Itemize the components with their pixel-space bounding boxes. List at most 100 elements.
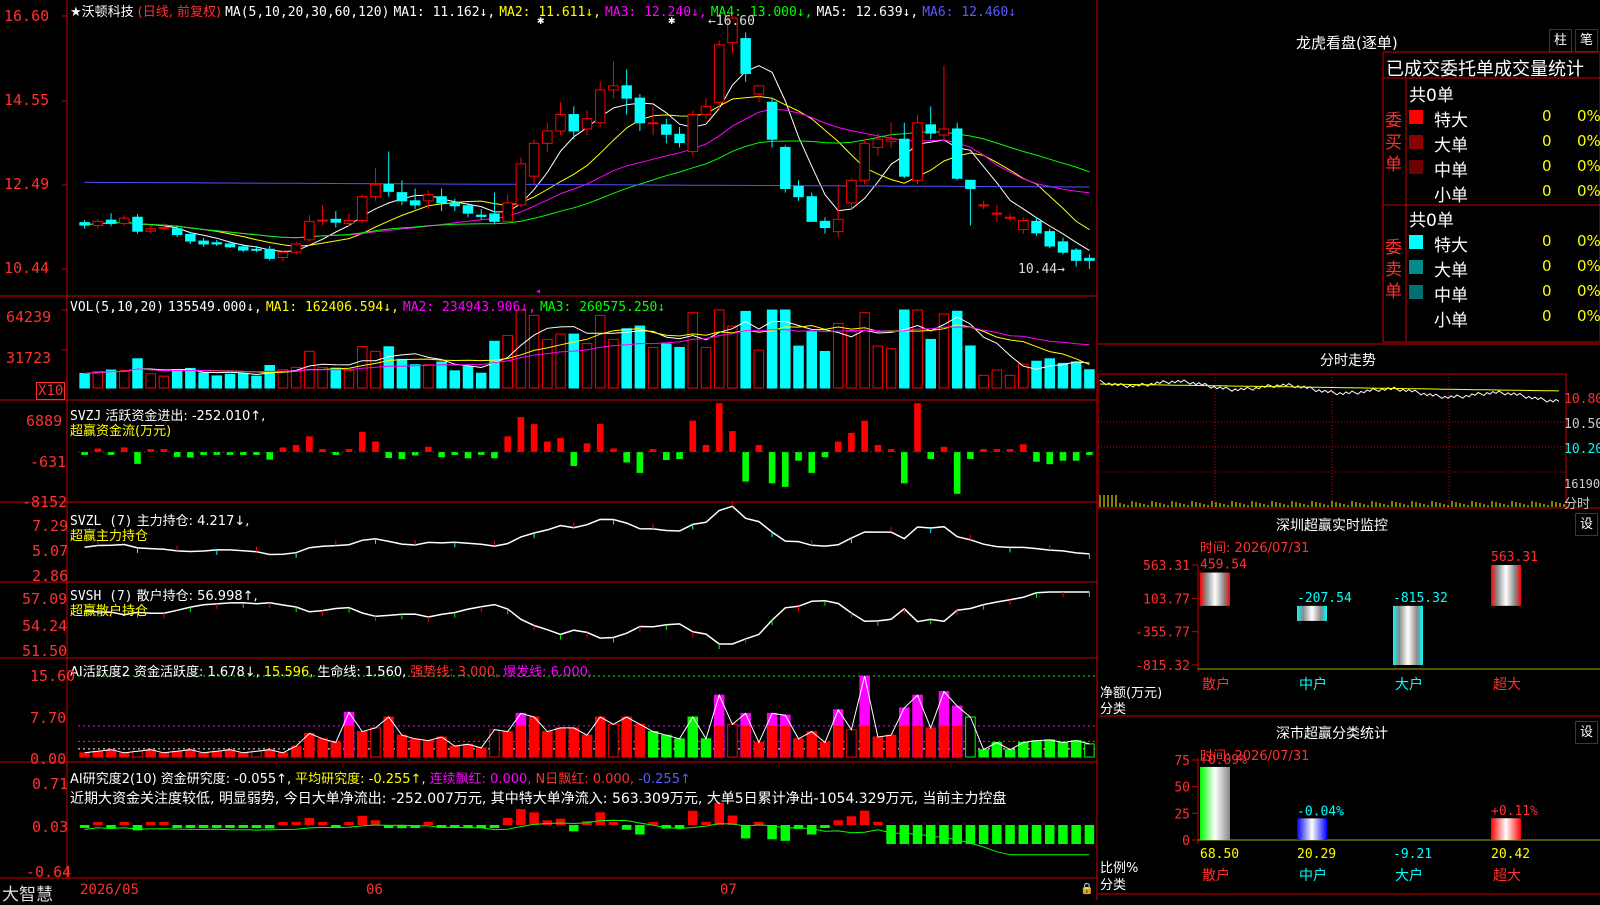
activity-bar [819,741,831,758]
cls-bar-1 [1297,818,1327,840]
volume-bar [859,312,870,389]
ai1-a: 资金活跃度: 1.678↓, [134,665,260,680]
low-price-label: 10.44→ [1018,262,1065,277]
dragon-tab-title[interactable]: 已成交委托单成交量统计 [1386,55,1584,81]
volume-bar [251,375,262,389]
activity-bar [621,716,632,758]
money-flow-bar [372,441,379,452]
money-flow-bar [623,452,630,463]
candle-up [356,196,368,222]
date-axis-m1: 06 [366,882,383,898]
candle-up [872,138,884,148]
sz-class-settings-button[interactable]: 设 [1575,721,1598,744]
buy-count: 0 [1542,132,1552,150]
volume-bar [1044,358,1055,389]
research-bar [238,825,249,828]
money-flow-bar [715,403,723,452]
sell-swatch [1409,260,1423,274]
volume-bar [356,346,368,389]
money-flow-bar [425,446,432,452]
tick-mode-button[interactable]: 笔 [1575,29,1598,52]
mon-category-3: 超大 [1493,677,1521,693]
money-flow-bar [1006,449,1014,452]
candle-up [885,138,897,142]
svzj-tick-3: -8152 [22,493,68,511]
research-bar [978,825,989,845]
cls-bar-0 [1200,766,1230,840]
volume-bar [198,372,209,389]
buy-side-label: 委买单 [1385,111,1402,175]
cls-category-1: 中户 [1299,867,1327,884]
cls-category-0: 散户 [1202,867,1230,884]
activity-bar-base [899,725,910,757]
money-flow-bar [306,436,313,452]
mon-category-0: 散户 [1202,676,1230,693]
volume-bar [819,350,831,389]
volume-bar [885,348,897,389]
chart-mode: (日线, 前复权) [137,5,222,20]
money-flow-bar [782,452,789,487]
svzj-tick-2: -631 [30,453,67,471]
candle-down [951,128,963,179]
research-bar [859,810,870,825]
date-axis-start: 2026/05 [80,882,140,898]
research-bar [251,825,262,828]
research-bar [674,825,685,829]
money-flow-bar [187,452,194,458]
candle-up [608,85,619,91]
volume-bar [119,370,130,389]
research-bar [291,821,301,825]
research-bar [1044,825,1055,845]
activity-bar [1031,740,1042,758]
money-flow-bar [967,452,974,459]
money-flow-bar [1072,452,1080,461]
volume-bar [872,345,884,389]
candle-down [1031,220,1042,234]
money-flow-bar [530,424,538,452]
candle-down [780,146,791,190]
sell-pct: 0% [1577,232,1600,250]
price-tick-high: 16.60 [4,7,50,25]
lock-icon[interactable]: 🔒 [1080,882,1094,895]
sz-monitor-settings-button[interactable]: 设 [1575,513,1598,536]
mon-category-2: 大户 [1395,676,1423,693]
ai1-d: 强势线: 3.000, [410,665,500,680]
volume-bar [343,369,355,389]
volume-bar [647,346,659,389]
research-bar [344,822,354,825]
mon-value-label-0: 459.54 [1200,558,1247,573]
money-flow-bar [676,452,683,459]
research-bar [542,820,553,825]
volume-bar [132,358,143,389]
buy-label: 大单 [1434,136,1468,156]
ma5-value: MA5: 12.639↓, [816,5,919,20]
svzj-tick-1: 6889 [26,412,63,430]
candle-up [753,85,765,95]
activity-bar [1070,740,1082,758]
volume-bar [674,346,685,389]
bar-mode-button[interactable]: 柱 [1549,29,1572,52]
cls-category-3: 超大 [1493,868,1521,884]
candle-up [343,220,355,224]
activity-bar [542,731,553,758]
kline-chart-area[interactable]: ✱ ✱◂ [0,0,1098,900]
candle-down [185,234,196,242]
svsh-tick-2: 54.24 [22,617,68,635]
ai1-b: 15.596, [263,665,314,680]
candle-down [79,222,90,226]
volume-bar [489,340,500,389]
activity-bar-base [714,725,724,757]
activity-bar [423,740,434,758]
candle-up [317,219,328,222]
vol-unit-badge[interactable]: X10 [36,382,66,400]
activity-bar [449,745,461,758]
research-bar [489,825,500,828]
mon-bar-0 [1200,572,1230,606]
activity-bar [661,734,672,758]
cls-value-label-3: 20.42 [1491,847,1530,862]
intraday-tick-3: 10.20 [1564,442,1600,457]
money-flow-bar [464,452,472,459]
volume-bar [978,374,989,389]
sell-row-3: 小单 0 0% [1409,306,1600,331]
candle-down [621,85,632,99]
